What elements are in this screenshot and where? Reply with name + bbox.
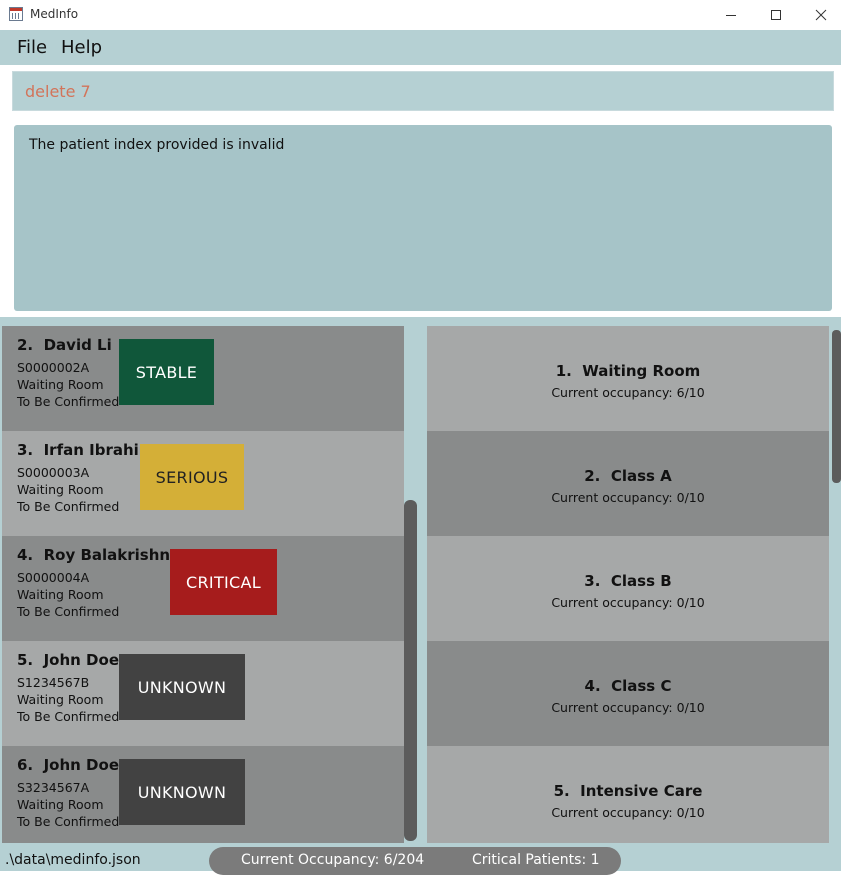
medinfo-app-icon xyxy=(9,7,23,21)
result-display: The patient index provided is invalid xyxy=(14,125,832,311)
title-bar: MedInfo xyxy=(0,0,841,30)
ward-occupancy: Current occupancy: 0/10 xyxy=(551,595,705,610)
patient-name: 6. John Doe xyxy=(17,756,119,774)
ward-list-scroll-thumb[interactable] xyxy=(832,330,841,483)
menu-help[interactable]: Help xyxy=(61,37,102,58)
minimize-button[interactable] xyxy=(708,0,754,30)
patient-nric: S0000004A xyxy=(17,570,90,585)
patient-status: To Be Confirmed xyxy=(17,709,120,724)
close-button[interactable] xyxy=(798,0,841,30)
ward-name: 3. Class B xyxy=(584,572,672,590)
patient-ward: Waiting Room xyxy=(17,692,104,707)
triage-badge: UNKNOWN xyxy=(119,654,245,720)
ward-name: 4. Class C xyxy=(584,677,672,695)
result-message: The patient index provided is invalid xyxy=(29,137,285,153)
maximize-button[interactable] xyxy=(753,0,799,30)
patient-name: 2. David Li xyxy=(17,336,112,354)
close-icon xyxy=(815,9,827,21)
ward-card[interactable]: 5. Intensive Care Current occupancy: 0/1… xyxy=(427,746,829,843)
window-title: MedInfo xyxy=(30,7,79,21)
patient-nric: S1234567B xyxy=(17,675,90,690)
triage-badge: STABLE xyxy=(119,339,214,405)
ward-occupancy: Current occupancy: 0/10 xyxy=(551,805,705,820)
ward-occupancy: Current occupancy: 0/10 xyxy=(551,490,705,505)
patient-name: 5. John Doe xyxy=(17,651,119,669)
patient-status: To Be Confirmed xyxy=(17,814,120,829)
menu-bar: File Help xyxy=(0,30,841,65)
ward-name: 1. Waiting Room xyxy=(555,362,701,380)
patient-ward: Waiting Room xyxy=(17,377,104,392)
ward-occupancy: Current occupancy: 0/10 xyxy=(551,700,705,715)
patient-name: 3. Irfan Ibrahim xyxy=(17,441,155,459)
command-input[interactable]: delete 7 xyxy=(12,71,834,111)
ward-occupancy: Current occupancy: 6/10 xyxy=(551,385,705,400)
ward-card[interactable]: 4. Class C Current occupancy: 0/10 xyxy=(427,641,829,746)
patient-card[interactable]: 4. Roy Balakrishnan S0000004A Waiting Ro… xyxy=(2,536,404,641)
ward-card[interactable]: 2. Class A Current occupancy: 0/10 xyxy=(427,431,829,536)
critical-patients-count: Critical Patients: 1 xyxy=(472,852,600,868)
patient-card[interactable]: 2. David Li S0000002A Waiting Room To Be… xyxy=(2,326,404,431)
patient-list-scroll-thumb[interactable] xyxy=(404,500,417,841)
status-bar: .\data\medinfo.json Current Occupancy: 6… xyxy=(0,843,841,875)
triage-badge: UNKNOWN xyxy=(119,759,245,825)
command-area: delete 7 The patient index provided is i… xyxy=(0,65,841,317)
patient-name: 4. Roy Balakrishnan xyxy=(17,546,191,564)
patient-ward: Waiting Room xyxy=(17,797,104,812)
triage-badge: CRITICAL xyxy=(170,549,277,615)
ward-card[interactable]: 1. Waiting Room Current occupancy: 6/10 xyxy=(427,326,829,431)
command-text: delete 7 xyxy=(25,82,91,101)
data-file-path: .\data\medinfo.json xyxy=(5,852,141,868)
menu-file[interactable]: File xyxy=(17,37,47,58)
patient-card[interactable]: 6. John Doe S3234567A Waiting Room To Be… xyxy=(2,746,404,843)
triage-badge: SERIOUS xyxy=(140,444,244,510)
patient-card[interactable]: 5. John Doe S1234567B Waiting Room To Be… xyxy=(2,641,404,746)
patient-nric: S0000003A xyxy=(17,465,90,480)
patient-ward: Waiting Room xyxy=(17,587,104,602)
maximize-icon xyxy=(771,10,781,20)
patient-nric: S3234567A xyxy=(17,780,90,795)
minimize-icon xyxy=(726,15,736,16)
ward-name: 2. Class A xyxy=(584,467,672,485)
patient-status: To Be Confirmed xyxy=(17,394,120,409)
ward-card[interactable]: 3. Class B Current occupancy: 0/10 xyxy=(427,536,829,641)
patient-list[interactable]: 2. David Li S0000002A Waiting Room To Be… xyxy=(2,326,404,843)
total-occupancy: Current Occupancy: 6/204 xyxy=(241,852,425,868)
patient-status: To Be Confirmed xyxy=(17,499,120,514)
ward-name: 5. Intensive Care xyxy=(553,782,703,800)
patient-ward: Waiting Room xyxy=(17,482,104,497)
ward-list[interactable]: 1. Waiting Room Current occupancy: 6/10 … xyxy=(427,326,829,843)
patient-card[interactable]: 3. Irfan Ibrahim S0000003A Waiting Room … xyxy=(2,431,404,536)
patient-nric: S0000002A xyxy=(17,360,90,375)
patient-status: To Be Confirmed xyxy=(17,604,120,619)
list-panels: 2. David Li S0000002A Waiting Room To Be… xyxy=(0,317,841,843)
